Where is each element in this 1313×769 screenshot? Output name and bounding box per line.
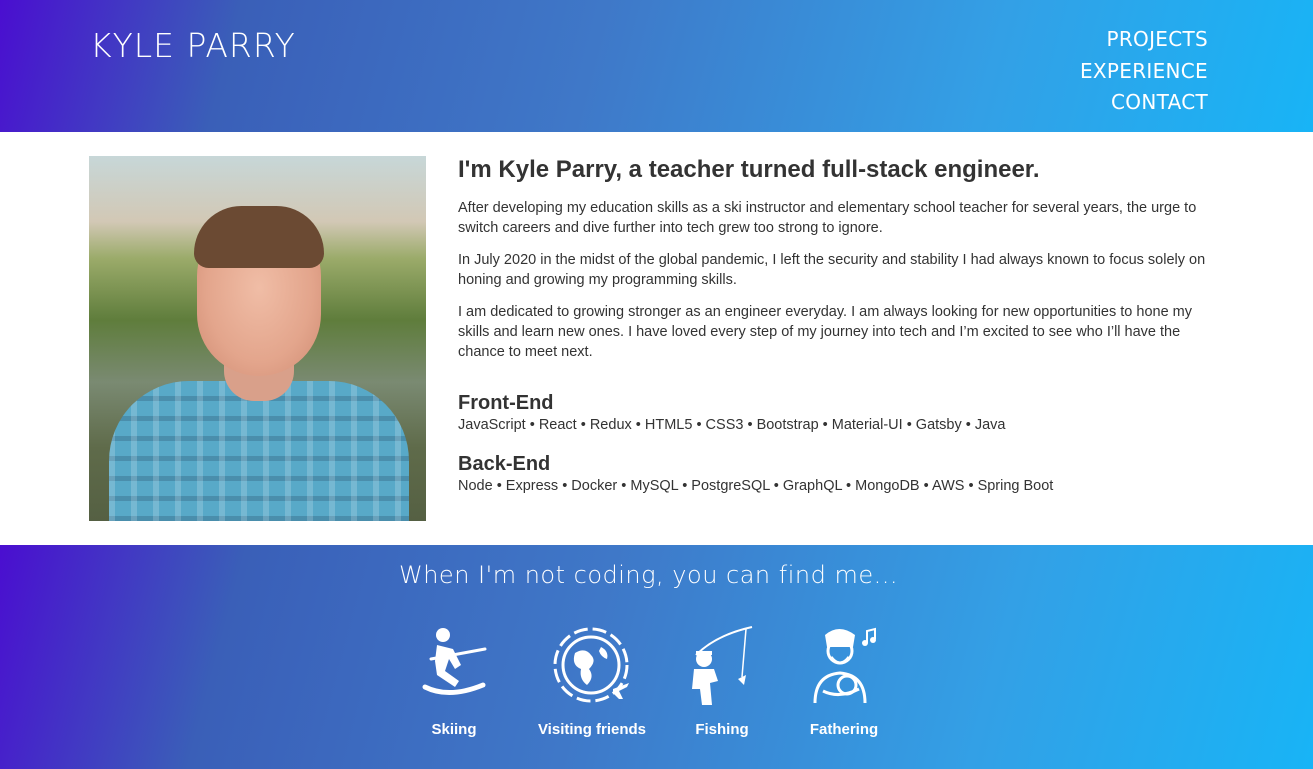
- intro-section: I'm Kyle Parry, a teacher turned full-st…: [458, 154, 1208, 374]
- photo-hair: [194, 206, 324, 268]
- fisherman-icon: [692, 626, 753, 705]
- father-baby-icon: [813, 627, 876, 704]
- backend-title: Back-End: [458, 453, 551, 475]
- hobby-label: Skiing: [431, 721, 477, 738]
- hobby-label: Fishing: [695, 721, 749, 738]
- hobbies-footer: When I'm not coding, you can find me... …: [0, 545, 1313, 769]
- frontend-list: JavaScript • React • Redux • HTML5 • CSS…: [458, 417, 1006, 433]
- intro-paragraph-2: In July 2020 in the midst of the global …: [458, 252, 1206, 288]
- nav-contact[interactable]: CONTACT: [1080, 87, 1208, 119]
- skills-section: Front-End JavaScript • React • Redux • H…: [458, 390, 1208, 512]
- hobby-fishing: Fishing: [688, 625, 756, 738]
- skier-icon: [422, 628, 487, 695]
- main-nav: PROJECTS EXPERIENCE CONTACT: [1080, 24, 1208, 119]
- hobby-label: Visiting friends: [537, 721, 647, 738]
- site-header: KYLE PARRY PROJECTS EXPERIENCE CONTACT: [0, 0, 1313, 132]
- hobbies-tagline: When I'm not coding, you can find me...: [398, 561, 898, 589]
- brand-logo[interactable]: KYLE PARRY: [90, 26, 296, 65]
- globe-plane-icon: [553, 627, 629, 703]
- intro-paragraph-1: After developing my education skills as …: [458, 200, 1197, 236]
- hobby-fathering: Fathering: [805, 625, 883, 738]
- photo-shirt: [109, 381, 409, 521]
- nav-experience[interactable]: EXPERIENCE: [1080, 56, 1208, 88]
- intro-paragraph-3: I am dedicated to growing stronger as an…: [458, 304, 1192, 360]
- frontend-title: Front-End: [458, 392, 554, 414]
- profile-photo: [89, 156, 426, 521]
- hobby-skiing: Skiing: [414, 625, 494, 738]
- backend-list: Node • Express • Docker • MySQL • Postgr…: [458, 478, 1054, 494]
- nav-projects[interactable]: PROJECTS: [1080, 24, 1208, 56]
- intro-heading: I'm Kyle Parry, a teacher turned full-st…: [458, 156, 1040, 183]
- hobby-label: Fathering: [809, 721, 879, 738]
- hobby-visiting-friends: Visiting friends: [532, 625, 652, 738]
